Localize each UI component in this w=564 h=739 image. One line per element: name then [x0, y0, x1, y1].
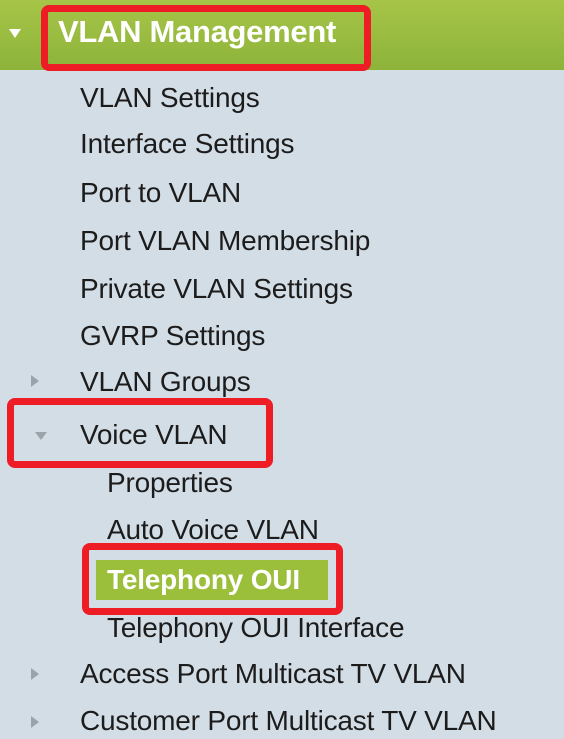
menu-item-port-vlan-membership[interactable]: Port VLAN Membership	[80, 223, 370, 259]
menu-item-gvrp-settings[interactable]: GVRP Settings	[80, 318, 265, 354]
menu-item-access-port-multicast-tv-vlan[interactable]: Access Port Multicast TV VLAN	[80, 656, 466, 692]
chevron-right-icon[interactable]	[31, 668, 39, 680]
menu-item-telephony-oui-interface[interactable]: Telephony OUI Interface	[107, 610, 405, 646]
menu-item-private-vlan-settings[interactable]: Private VLAN Settings	[80, 271, 353, 307]
menu-item-interface-settings[interactable]: Interface Settings	[80, 126, 295, 162]
highlight-box	[41, 5, 371, 71]
menu-item-vlan-settings[interactable]: VLAN Settings	[80, 80, 260, 116]
menu-item-customer-port-multicast-tv-vlan[interactable]: Customer Port Multicast TV VLAN	[80, 703, 497, 739]
chevron-right-icon[interactable]	[31, 375, 39, 387]
highlight-box	[82, 543, 343, 615]
menu-item-properties[interactable]: Properties	[107, 465, 233, 501]
menu-item-vlan-groups[interactable]: VLAN Groups	[80, 364, 251, 400]
menu-item-port-to-vlan[interactable]: Port to VLAN	[80, 175, 241, 211]
chevron-down-icon	[9, 29, 21, 38]
chevron-right-icon[interactable]	[31, 716, 39, 728]
highlight-box	[7, 398, 273, 468]
